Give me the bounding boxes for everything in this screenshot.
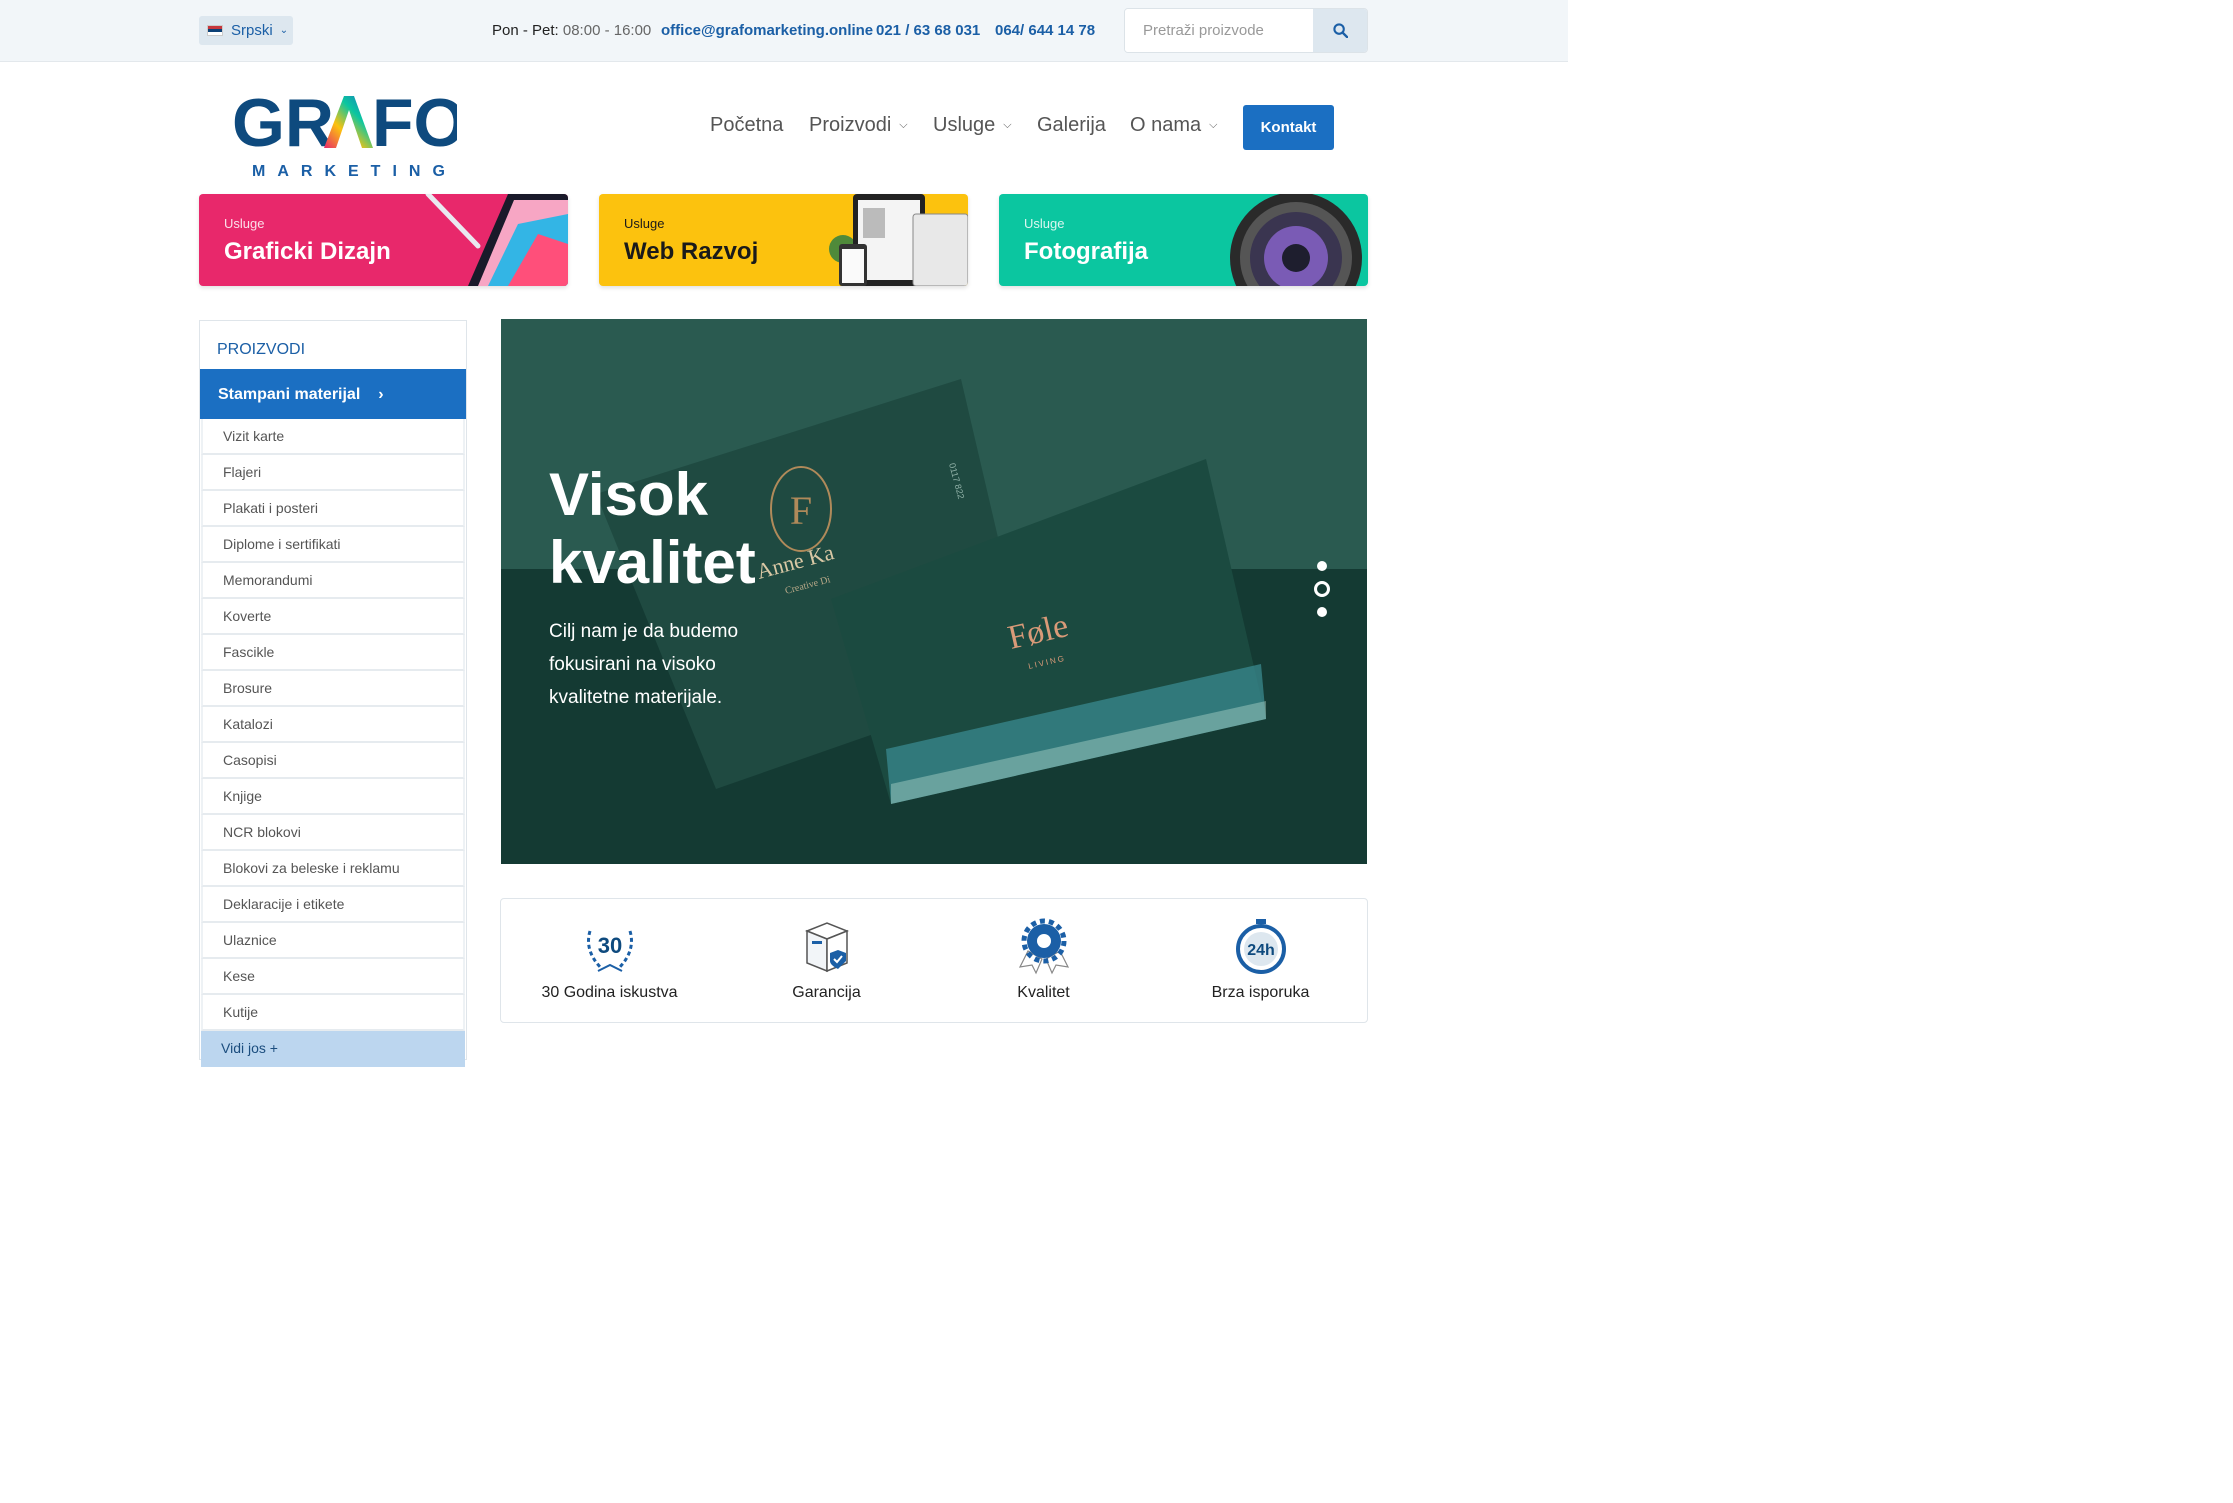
email-link[interactable]: office@grafomarketing.online xyxy=(661,22,873,39)
sidebar-item[interactable]: Deklaracije i etikete xyxy=(201,887,465,923)
sidebar-heading: PROIZVODI xyxy=(217,341,306,358)
award-gear-icon xyxy=(1018,918,1070,975)
logo-subtitle: MARKETING xyxy=(252,163,457,180)
main-header: GR FO MARKETING Početna Proizvodi ⌵ Uslug… xyxy=(0,62,1568,192)
logo-text-gr: GR xyxy=(232,90,334,154)
nav-products[interactable]: Proizvodi ⌵ xyxy=(809,114,908,137)
language-label: Srpski xyxy=(231,22,273,39)
sidebar-item[interactable]: Diplome i sertifikati xyxy=(201,527,465,563)
sidebar-list: Vizit karte Flajeri Plakati i posteri Diplo… xyxy=(200,419,466,1031)
search-icon xyxy=(1332,23,1348,38)
feature-label: Garancija xyxy=(792,984,861,1001)
contact-button[interactable]: Kontakt xyxy=(1243,105,1334,150)
sidebar-item[interactable]: Plakati i posteri xyxy=(201,491,465,527)
feature-fast-delivery: 24h Brza isporuka xyxy=(1152,899,1369,1024)
nav-gallery[interactable]: Galerija xyxy=(1037,114,1106,137)
card-initial: F xyxy=(790,488,812,533)
service-card-web[interactable]: Usluge Web Razvoj xyxy=(599,194,968,286)
badge-30: 30 xyxy=(598,933,622,958)
sidebar-item[interactable]: Katalozi xyxy=(201,707,465,743)
sidebar-item[interactable]: Blokovi za beleske i reklamu xyxy=(201,851,465,887)
sidebar-see-more[interactable]: Vidi jos + xyxy=(201,1031,465,1067)
phone-link-1[interactable]: 021 / 63 68 031 xyxy=(876,22,980,39)
nav-label: Početna xyxy=(710,114,784,136)
box-shield-icon xyxy=(804,922,850,973)
sidebar-category-active[interactable]: Stampani materijal › xyxy=(200,369,466,419)
hero-text: Cilj nam je da budemo fokusirani na viso… xyxy=(549,621,739,708)
sidebar-item[interactable]: Koverte xyxy=(201,599,465,635)
nav-services[interactable]: Usluge ⌵ xyxy=(933,114,1012,137)
hero-title-line2: kvalitet xyxy=(549,529,756,596)
working-hours: Pon - Pet: 08:00 - 16:00 xyxy=(492,22,651,39)
logo-wordmark: GR FO xyxy=(232,85,466,161)
phone-link-2[interactable]: 064/ 644 14 78 xyxy=(995,22,1095,39)
sidebar-category-label: Stampani materijal xyxy=(218,386,361,403)
slider-dot-1[interactable] xyxy=(1317,561,1327,571)
sidebar-item[interactable]: Knjige xyxy=(201,779,465,815)
card-title: Web Razvoj xyxy=(624,238,759,265)
slider-dot-3[interactable] xyxy=(1317,607,1327,617)
nav-label: Proizvodi xyxy=(809,114,892,136)
service-card-design[interactable]: Usluge Graficki Dizajn xyxy=(199,194,568,286)
nav-home[interactable]: Početna xyxy=(710,114,783,137)
card-sub: Usluge xyxy=(624,216,665,231)
feature-warranty: Garancija xyxy=(718,899,935,1024)
sidebar-item[interactable]: Memorandumi xyxy=(201,563,465,599)
sidebar-item[interactable]: Vizit karte xyxy=(201,419,465,455)
serbia-flag-icon xyxy=(207,25,223,36)
search-input[interactable] xyxy=(1125,9,1313,52)
search-box xyxy=(1124,8,1368,53)
chevron-down-icon: ⌄ xyxy=(279,25,289,36)
stopwatch-24h-icon: 24h xyxy=(1236,919,1286,974)
nav-about[interactable]: O nama ⌵ xyxy=(1130,114,1218,137)
products-sidebar: PROIZVODI Stampani materijal › Vizit kar… xyxy=(199,320,467,1067)
logo-text-fo: FO xyxy=(372,90,457,154)
service-card-photo[interactable]: Usluge Fotografija xyxy=(999,194,1368,286)
chevron-down-icon: ⌵ xyxy=(1003,119,1012,131)
sidebar-item[interactable]: Kutije xyxy=(201,995,465,1031)
language-selector[interactable]: Srpski ⌄ xyxy=(199,16,293,45)
card-title: Fotografija xyxy=(1024,238,1148,265)
devices-mockup-image xyxy=(829,194,968,286)
nav-label: Usluge xyxy=(933,114,996,136)
hero-title: Visok kvalitet xyxy=(549,461,756,597)
card-sub: Usluge xyxy=(224,216,265,231)
feature-label: 30 Godina iskustva xyxy=(541,984,678,1001)
camera-lens-image xyxy=(1230,194,1362,286)
slider-dot-2[interactable] xyxy=(1314,581,1330,597)
chevron-right-icon: › xyxy=(378,386,384,403)
feature-experience: 30 30 Godina iskustva xyxy=(501,899,718,1024)
sidebar-item[interactable]: Brosure xyxy=(201,671,465,707)
feature-quality: Kvalitet xyxy=(935,899,1152,1024)
chevron-down-icon: ⌵ xyxy=(1209,119,1218,131)
sidebar-item[interactable]: NCR blokovi xyxy=(201,815,465,851)
sidebar-item[interactable]: Fascikle xyxy=(201,635,465,671)
sidebar-item[interactable]: Ulaznice xyxy=(201,923,465,959)
chevron-down-icon: ⌵ xyxy=(899,119,908,131)
hero-slider: F Anne Ka Creative Di 0117 822 Føle LIVI… xyxy=(501,319,1367,864)
hours-label: Pon - Pet: xyxy=(492,22,559,39)
hours-time: 08:00 - 16:00 xyxy=(562,22,652,39)
nav-label: Galerija xyxy=(1037,114,1106,136)
search-button[interactable] xyxy=(1313,9,1367,52)
sidebar-item[interactable]: Casopisi xyxy=(201,743,465,779)
nav-label: O nama xyxy=(1130,114,1202,136)
feature-label: Kvalitet xyxy=(1017,984,1070,1001)
badge-24h: 24h xyxy=(1247,942,1275,959)
features-strip: 30 30 Godina iskustva Garancija Kvalitet xyxy=(500,898,1368,1023)
laurel-30-icon: 30 xyxy=(587,930,633,972)
tablet-art-image xyxy=(425,194,568,286)
hero-title-line1: Visok xyxy=(549,461,708,528)
card-sub: Usluge xyxy=(1024,216,1065,231)
card-title: Graficki Dizajn xyxy=(224,238,391,265)
top-bar: Srpski ⌄ Pon - Pet: 08:00 - 16:00 office… xyxy=(0,0,1568,62)
feature-label: Brza isporuka xyxy=(1211,984,1310,1001)
grafo-logo[interactable]: GR FO MARKETING xyxy=(232,85,466,180)
sidebar-item[interactable]: Kese xyxy=(201,959,465,995)
sidebar-item[interactable]: Flajeri xyxy=(201,455,465,491)
